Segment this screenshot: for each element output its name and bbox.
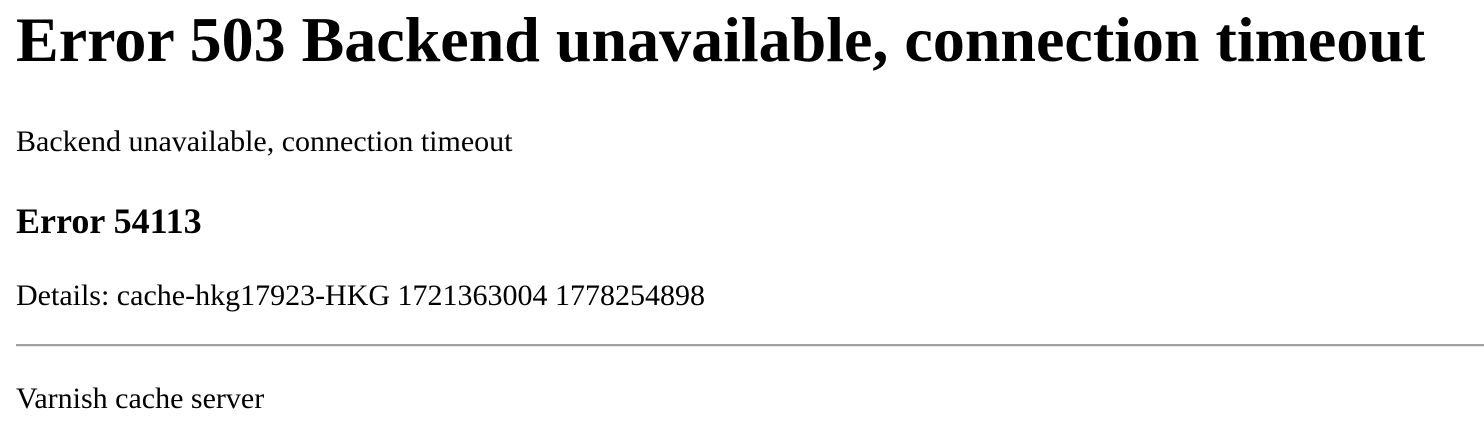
error-details: Details: cache-hkg17923-HKG 1721363004 1… — [16, 279, 706, 312]
error-page: Error 503 Backend unavailable, connectio… — [0, 0, 1484, 438]
error-title: Error 503 Backend unavailable, connectio… — [16, 4, 1426, 75]
divider — [16, 344, 1484, 347]
server-footer: Varnish cache server — [16, 382, 265, 415]
error-code-heading: Error 54113 — [16, 201, 202, 241]
error-description: Backend unavailable, connection timeout — [16, 125, 513, 158]
